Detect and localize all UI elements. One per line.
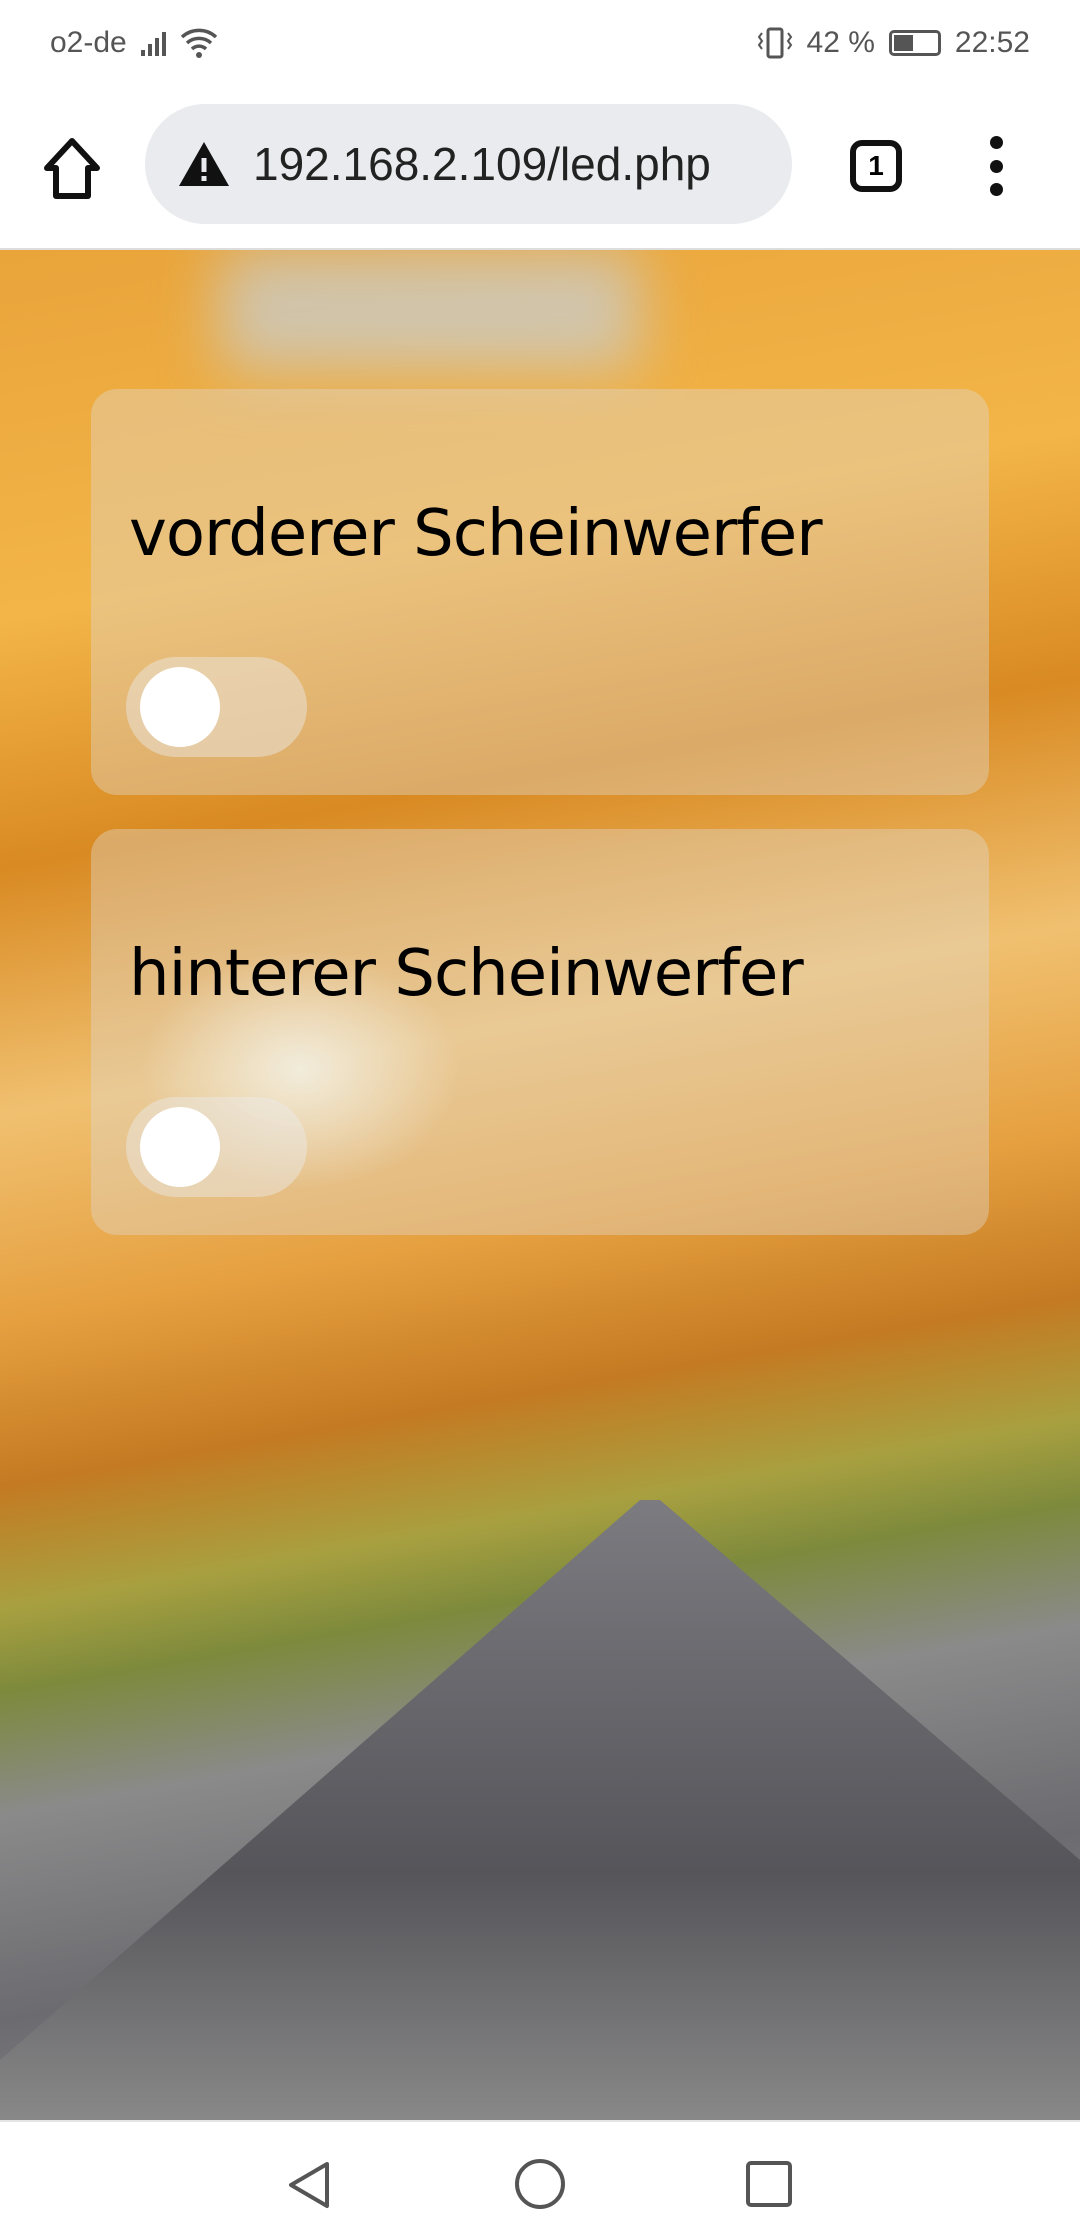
toggle-knob[interactable] xyxy=(140,667,220,747)
front-light-toggle[interactable] xyxy=(126,657,307,757)
recents-icon[interactable] xyxy=(745,2160,793,2208)
battery-icon xyxy=(888,30,941,56)
rear-light-toggle[interactable] xyxy=(126,1097,307,1197)
background-road xyxy=(0,1500,1080,2120)
clock: 22:52 xyxy=(954,26,1030,59)
carrier-label: o2-de xyxy=(50,26,127,59)
switch-label: hinterer Scheinwerfer xyxy=(129,937,804,1011)
navigation-bar xyxy=(0,2120,1080,2240)
status-bar: o2-de 42 % 22:52 xyxy=(0,0,1080,86)
warning-icon[interactable] xyxy=(177,140,231,188)
switch-label: vorderer Scheinwerfer xyxy=(129,497,822,571)
url-text[interactable]: 192.168.2.109/led.php xyxy=(253,137,711,191)
menu-icon[interactable] xyxy=(984,136,1008,196)
vibrate-icon xyxy=(757,27,792,59)
tab-switcher-button[interactable]: 1 xyxy=(850,140,902,192)
home-icon[interactable] xyxy=(42,136,102,200)
browser-toolbar: 192.168.2.109/led.php 1 xyxy=(0,86,1080,250)
switch-card-front: vorderer Scheinwerfer xyxy=(91,389,989,795)
wifi-icon xyxy=(180,28,217,58)
switch-card-rear: hinterer Scheinwerfer xyxy=(91,829,989,1235)
signal-icon xyxy=(140,30,166,56)
toggle-knob[interactable] xyxy=(140,1107,220,1187)
battery-percent: 42 % xyxy=(806,26,875,59)
background-sky xyxy=(220,250,640,370)
back-icon[interactable] xyxy=(285,2160,335,2210)
home-nav-icon[interactable] xyxy=(514,2158,566,2210)
page-content: vorderer Scheinwerfer hinterer Scheinwer… xyxy=(0,250,1080,2120)
address-bar[interactable]: 192.168.2.109/led.php xyxy=(145,104,792,224)
